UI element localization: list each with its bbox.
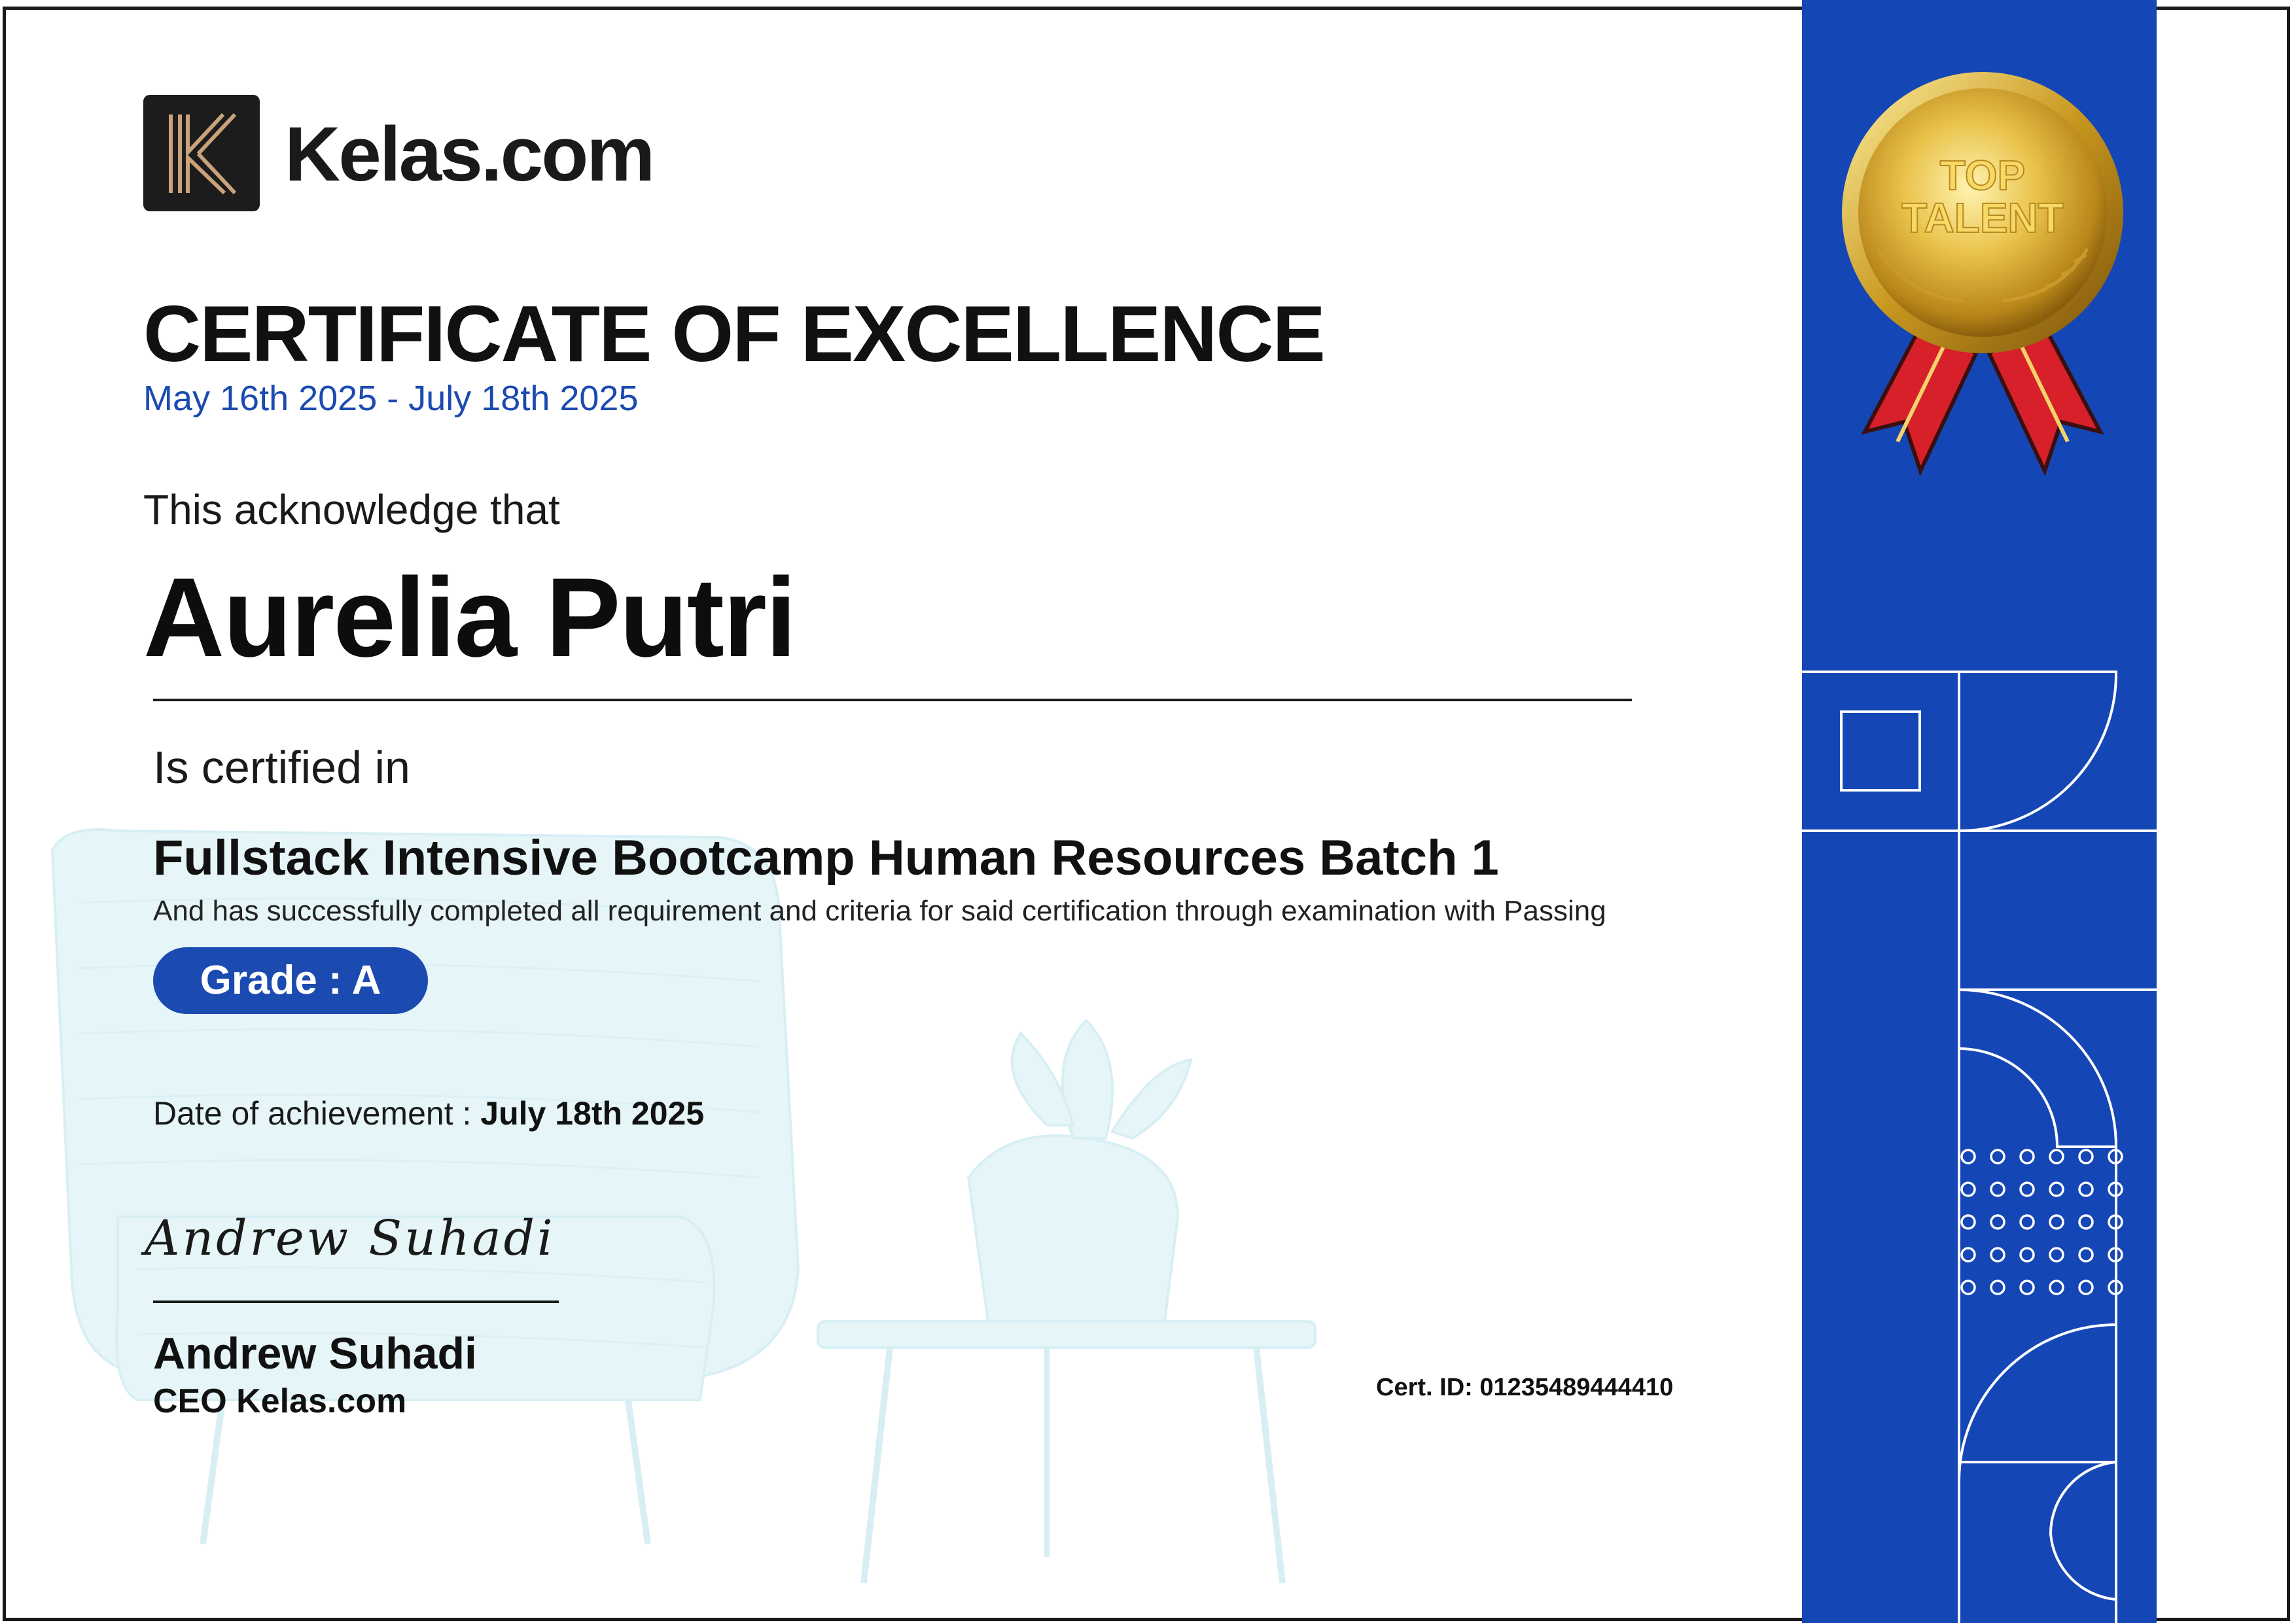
- certified-in-label: Is certified in: [153, 742, 410, 793]
- medal-line1: TOP: [1940, 152, 2025, 199]
- achievement-label: Date of achievement :: [153, 1095, 472, 1132]
- certificate-description: And has successfully completed all requi…: [153, 895, 1606, 927]
- geometric-pattern: [1802, 671, 2157, 1623]
- signature-line: [153, 1300, 559, 1303]
- grade-badge: Grade : A: [153, 947, 428, 1014]
- course-name: Fullstack Intensive Bootcamp Human Resou…: [153, 830, 1499, 886]
- certificate-id: Cert. ID: 01235489444410: [1376, 1374, 1674, 1401]
- achievement-date-row: Date of achievement : July 18th 2025: [153, 1094, 704, 1132]
- signer-name: Andrew Suhadi: [153, 1329, 477, 1378]
- top-talent-medal-icon: TOP TALENT: [1842, 72, 2123, 477]
- recipient-name: Aurelia Putri: [143, 555, 797, 680]
- certificate-period: May 16th 2025 - July 18th 2025: [143, 379, 639, 418]
- signer-role: CEO Kelas.com: [153, 1382, 407, 1420]
- medal-line2: TALENT: [1901, 194, 2064, 241]
- signature-script: Andrew Suhadi: [141, 1210, 556, 1266]
- signature-image: Andrew Suhadi: [141, 1210, 556, 1266]
- acknowledge-text: This acknowledge that: [143, 486, 560, 533]
- name-underline: [153, 699, 1632, 701]
- certificate-title: CERTIFICATE OF EXCELLENCE: [143, 289, 1326, 378]
- brand-logo: [143, 95, 260, 211]
- achievement-date: July 18th 2025: [480, 1095, 705, 1132]
- logo-k-icon: [169, 113, 237, 195]
- brand-name: Kelas.com: [285, 111, 655, 198]
